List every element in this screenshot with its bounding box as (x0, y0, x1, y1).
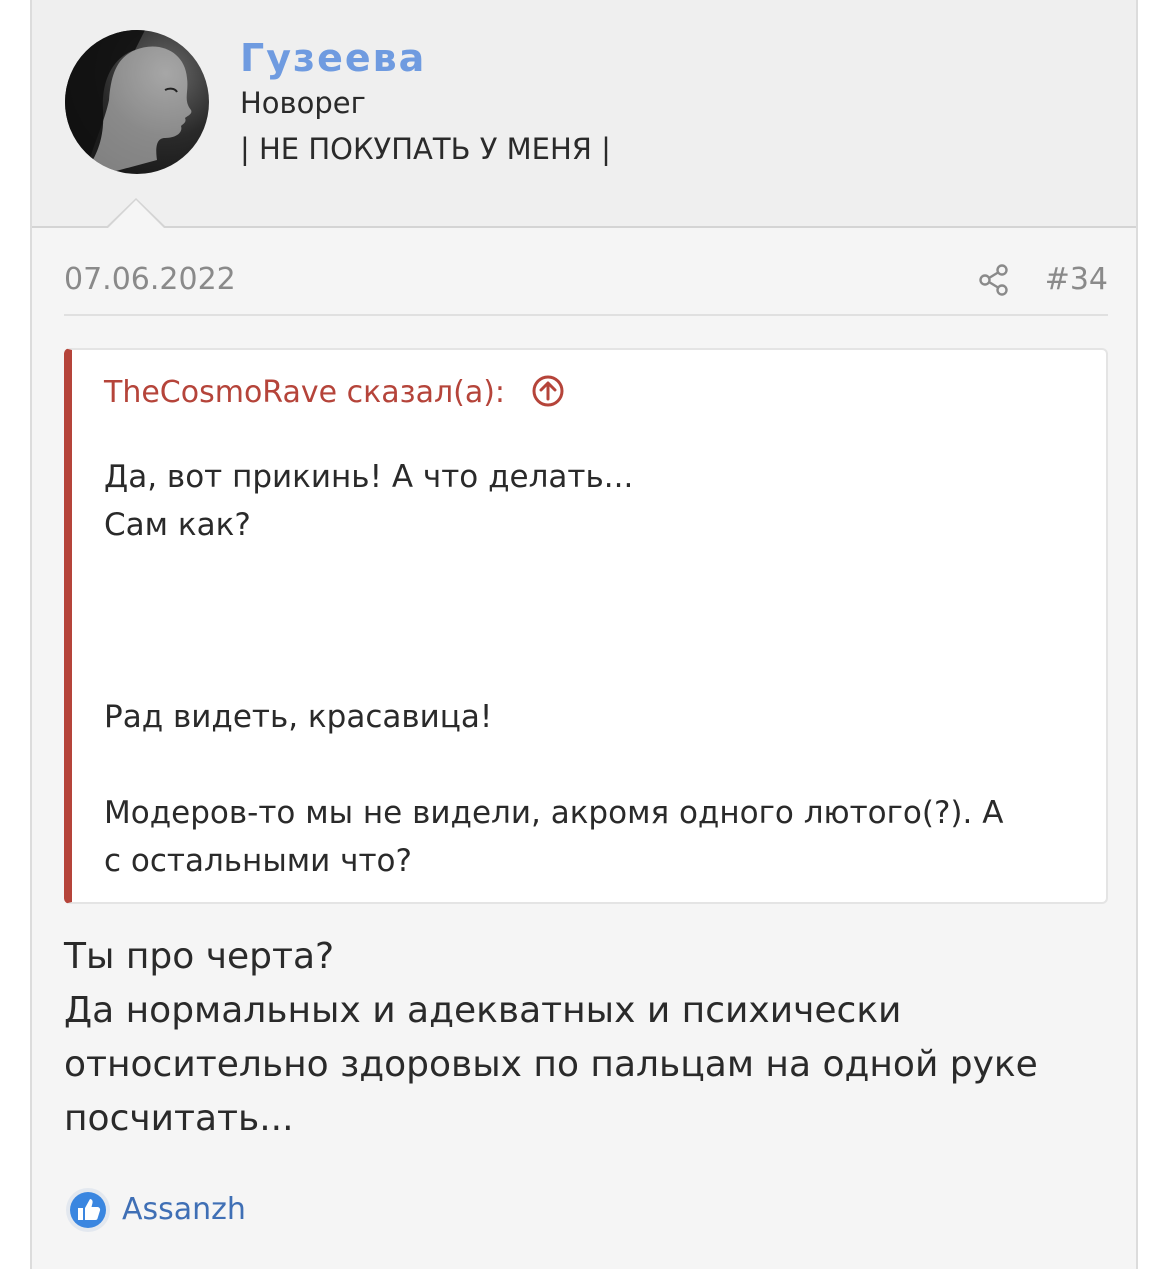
reaction-user-link[interactable]: Assanzh (122, 1192, 246, 1227)
quote-text-line: Модеров-то мы не видели, акромя одного л… (104, 795, 1004, 831)
post-number-link[interactable]: #34 (1045, 262, 1108, 297)
quote-author-label: TheCosmoRave сказал(а): (104, 375, 506, 410)
message-line: относительно здоровых по пальцам на одно… (64, 1044, 1038, 1085)
arrow-up-circle-icon[interactable] (531, 374, 565, 408)
message-line: посчитать... (64, 1098, 294, 1139)
post-date[interactable]: 07.06.2022 (64, 262, 236, 297)
avatar[interactable] (65, 30, 209, 174)
post-meta: 07.06.2022 #34 (64, 258, 1108, 316)
avatar-photo-icon (65, 30, 192, 174)
username-link[interactable]: Гузеева (240, 36, 426, 80)
quote-author-link[interactable]: TheCosmoRave сказал(а): (104, 374, 565, 410)
post-container: Гузеева Новорег | НЕ ПОКУПАТЬ У МЕНЯ | 0… (30, 0, 1138, 1269)
quote-text-line: с остальными что? (104, 843, 412, 879)
thumbs-up-icon[interactable] (64, 1186, 112, 1234)
quote-text-line: Сам как? (104, 507, 251, 543)
message-line: Да нормальных и адекватных и психически (64, 990, 902, 1031)
user-title: Новорег (240, 86, 366, 120)
quote-text-line: Да, вот прикинь! А что делать... (104, 459, 634, 495)
quote-text-line: Рад видеть, красавица! (104, 699, 493, 735)
share-icon[interactable] (976, 262, 1012, 298)
user-block: Гузеева Новорег | НЕ ПОКУПАТЬ У МЕНЯ | (32, 0, 1136, 228)
message-line: Ты про черта? (64, 936, 335, 977)
user-block-pointer (106, 198, 166, 228)
quote-block: TheCosmoRave сказал(а): Да, вот прикинь!… (64, 348, 1108, 904)
message-body: Ты про черта? Да нормальных и адекватных… (64, 930, 1108, 1146)
user-banner: | НЕ ПОКУПАТЬ У МЕНЯ | (240, 132, 611, 166)
